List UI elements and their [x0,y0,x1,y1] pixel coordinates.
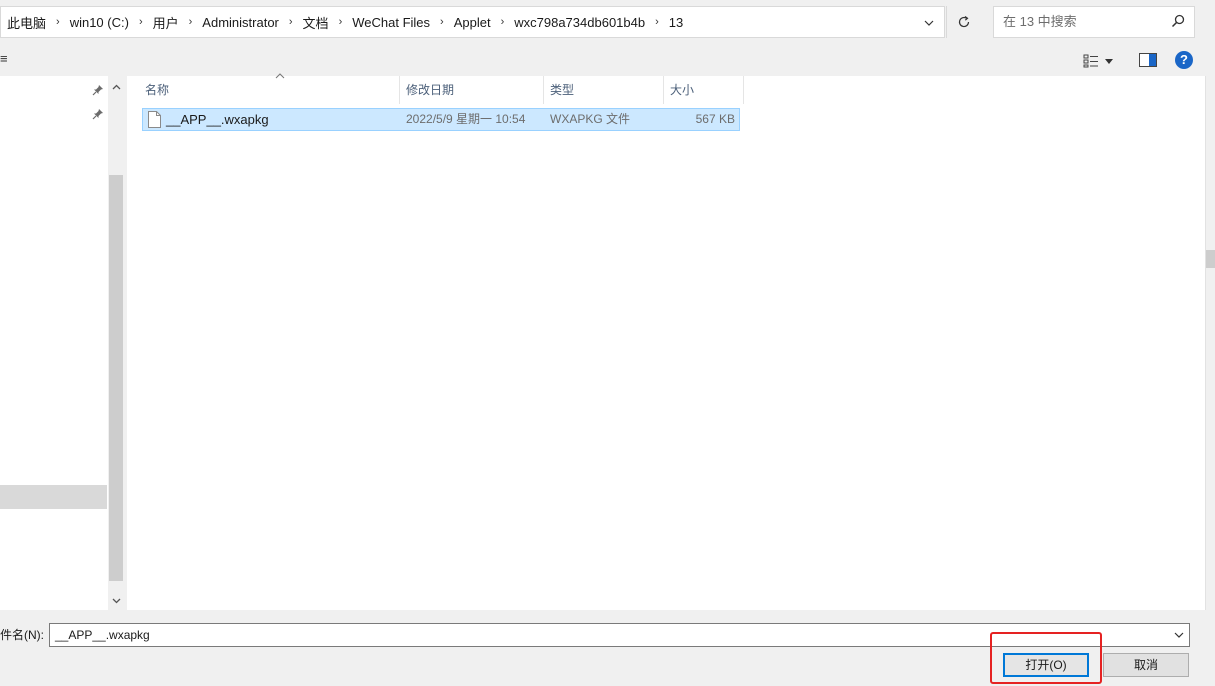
address-history-dropdown[interactable] [919,13,939,33]
file-type: WXAPKG 文件 [550,112,631,126]
chevron-right-icon[interactable]: › [131,16,151,28]
details-view-icon [1083,54,1098,68]
filename-dropdown-button[interactable] [1171,627,1187,643]
file-date: 2022/5/9 星期一 10:54 [406,112,526,126]
breadcrumb-users[interactable]: 用户 [151,13,181,32]
chevron-right-icon[interactable]: › [493,16,513,28]
nav-scrollbar-thumb[interactable] [109,175,123,581]
refresh-icon [958,16,970,28]
column-type-label: 类型 [550,83,575,97]
chevron-right-icon[interactable]: › [432,16,452,28]
breadcrumb-drive[interactable]: win10 (C:) [68,15,131,30]
address-divider [946,6,947,38]
column-header-date[interactable]: 修改日期 [400,76,544,104]
chevron-right-icon[interactable]: › [647,16,667,28]
column-name-label: 名称 [145,83,170,97]
change-view-button[interactable] [1083,52,1123,70]
column-date-label: 修改日期 [406,83,455,97]
help-icon[interactable]: ? [1175,51,1193,69]
caret-down-icon [1105,58,1113,64]
organize-menu-fragment[interactable]: ≡ [0,51,8,66]
breadcrumb-wechat-files[interactable]: WeChat Files [350,15,432,30]
file-name: __APP__.wxapkg [166,112,269,127]
column-header-type[interactable]: 类型 [544,76,664,104]
scroll-down-arrow-icon[interactable] [108,594,124,608]
column-size-label: 大小 [670,83,695,97]
column-header-name[interactable]: 名称 [139,73,400,104]
search-box[interactable]: 在 13 中搜索 [993,6,1195,38]
chevron-right-icon[interactable]: › [331,16,351,28]
chevron-right-icon[interactable]: › [48,16,68,28]
breadcrumb-administrator[interactable]: Administrator [200,15,281,30]
scroll-up-arrow-icon[interactable] [108,80,124,94]
file-icon [148,111,161,128]
pin-icon[interactable] [92,84,104,96]
breadcrumb-this-pc[interactable]: 此电脑 [5,13,48,32]
file-row-selected[interactable]: __APP__.wxapkg 2022/5/9 星期一 10:54 WXAPKG… [142,108,740,131]
breadcrumb-documents[interactable]: 文档 [301,13,331,32]
file-size: 567 KB [695,112,735,126]
chevron-right-icon[interactable]: › [281,16,301,28]
navigation-pane[interactable] [0,76,124,610]
highlight-annotation [990,632,1102,684]
cancel-button[interactable]: 取消 [1103,653,1189,677]
chevron-right-icon[interactable]: › [181,16,201,28]
pin-icon[interactable] [92,108,104,120]
chevron-down-icon [924,20,934,26]
breadcrumb-applet[interactable]: Applet [452,15,493,30]
address-bar[interactable]: 此电脑 › win10 (C:) › 用户 › Administrator › … [0,6,945,38]
file-list-scrollbar-thumb[interactable] [1206,250,1215,268]
sort-ascending-icon [275,73,285,79]
filename-label: 件名(N): [0,628,44,642]
search-input[interactable]: 在 13 中搜索 [1003,7,1077,37]
search-icon[interactable] [1170,13,1186,29]
nav-selected-item[interactable] [0,485,107,509]
file-list[interactable]: 名称 修改日期 类型 大小 __APP__.wxapkg 2022/5/9 星期… [127,73,1205,610]
file-list-scrollbar[interactable] [1205,76,1215,610]
breadcrumb: 此电脑 › win10 (C:) › 用户 › Administrator › … [5,7,685,37]
filename-field[interactable]: __APP__.wxapkg [55,624,150,646]
column-header-size[interactable]: 大小 [664,76,744,104]
breadcrumb-app-id[interactable]: wxc798a734db601b4b [512,15,647,30]
breadcrumb-current-folder[interactable]: 13 [667,15,685,30]
preview-pane-icon[interactable] [1139,53,1157,67]
chevron-down-icon [1174,632,1184,638]
refresh-button[interactable] [950,6,978,38]
